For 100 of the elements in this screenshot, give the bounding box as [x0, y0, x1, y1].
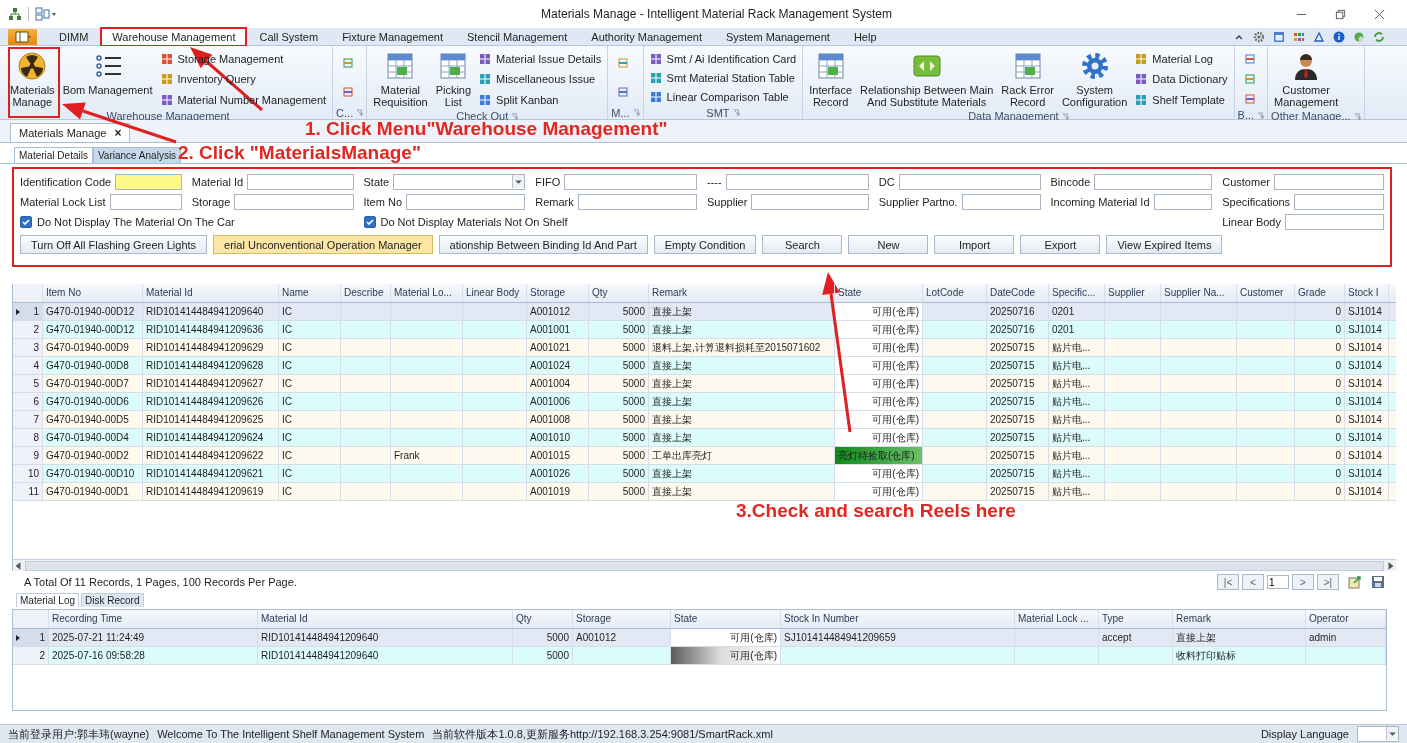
column-header[interactable]: Operator	[1306, 610, 1386, 628]
row-indicator[interactable]: 8	[13, 429, 43, 446]
ribbon-button[interactable]: Shelf Template	[1135, 91, 1228, 109]
ribbon-button[interactable]: Linear Comparison Table	[649, 88, 797, 105]
launcher-icon[interactable]	[732, 109, 740, 116]
tab[interactable]: Material Details	[14, 147, 93, 163]
row-indicator[interactable]: 10	[13, 465, 43, 482]
input-field[interactable]	[961, 193, 1041, 210]
close-icon[interactable]	[1374, 8, 1385, 20]
column-header[interactable]: DateCode	[987, 284, 1049, 302]
action-button[interactable]: New	[848, 235, 929, 254]
column-header[interactable]: Grade	[1295, 284, 1345, 302]
right-arrow-icon[interactable]	[1386, 560, 1396, 571]
column-header[interactable]: Specific...	[1049, 284, 1105, 302]
menu-tab[interactable]: Fixture Management	[332, 29, 453, 45]
column-header[interactable]: Material Lo...	[391, 284, 463, 302]
launcher-icon[interactable]	[1353, 112, 1361, 120]
action-button[interactable]: Import	[934, 235, 1015, 254]
column-header[interactable]: Remark	[1173, 610, 1306, 628]
column-header[interactable]: Supplier Na...	[1161, 284, 1237, 302]
input-field[interactable]	[247, 173, 354, 190]
column-header[interactable]: Type	[1099, 610, 1173, 628]
column-header[interactable]: Material Id	[143, 284, 279, 302]
row-indicator[interactable]: 3	[13, 339, 43, 356]
ribbon-button[interactable]: Interface Record	[806, 49, 856, 110]
column-header[interactable]: Recording Time	[49, 610, 258, 628]
tab[interactable]: Material Log	[16, 593, 80, 607]
export-icon[interactable]	[1348, 575, 1362, 589]
column-header[interactable]: Item No	[43, 284, 143, 302]
row-indicator[interactable]: 11	[13, 483, 43, 500]
input-field[interactable]	[234, 193, 354, 210]
grid-icon[interactable]	[1293, 30, 1305, 43]
menu-tab[interactable]: DIMM	[49, 29, 99, 45]
input-field[interactable]	[109, 193, 182, 210]
column-header[interactable]: Qty	[589, 284, 649, 302]
row-indicator[interactable]: 1	[13, 629, 49, 646]
menu-tab[interactable]: Stencil Management	[457, 29, 578, 45]
action-button[interactable]: erial Unconventional Operation Manager	[213, 235, 433, 254]
input-field[interactable]	[115, 173, 182, 190]
ribbon-button[interactable]: Rack Error Record	[998, 49, 1057, 110]
menu-tab[interactable]: Help	[843, 29, 887, 45]
column-header[interactable]: Material Lock ...	[1015, 610, 1099, 628]
language-dropdown[interactable]	[1357, 726, 1399, 742]
input-field[interactable]	[725, 173, 869, 190]
state-dropdown[interactable]	[393, 173, 526, 190]
application-menu-button[interactable]	[8, 29, 37, 45]
network-icon[interactable]	[8, 7, 22, 21]
restore-icon[interactable]	[1335, 8, 1346, 20]
row-indicator[interactable]: 2	[13, 647, 49, 664]
input-field[interactable]	[1273, 173, 1384, 190]
ribbon-button[interactable]: Relationship Between Main And Substitute Materials	[857, 49, 997, 110]
input-field[interactable]	[1153, 193, 1213, 210]
gear-icon[interactable]	[1253, 30, 1265, 43]
launcher-icon[interactable]	[1257, 111, 1265, 119]
tab[interactable]: Disk Record	[81, 593, 144, 607]
column-header[interactable]: Stock I	[1345, 284, 1389, 302]
action-button[interactable]: Turn Off All Flashing Green Lights	[20, 235, 208, 254]
column-header[interactable]: Stock In Number	[781, 610, 1015, 628]
launcher-icon[interactable]	[632, 109, 640, 116]
input-field[interactable]	[577, 193, 697, 210]
ribbon-button[interactable]: Split Kanban	[479, 91, 602, 109]
last-page-button[interactable]: >|	[1317, 574, 1339, 590]
ribbon-button[interactable]: Customer Management	[1271, 49, 1342, 110]
row-indicator[interactable]: 9	[13, 447, 43, 464]
ribbon-button[interactable]: System Configuration	[1058, 49, 1131, 110]
checkbox[interactable]	[20, 215, 32, 228]
action-button[interactable]: Search	[762, 235, 843, 254]
next-page-button[interactable]: >	[1292, 574, 1314, 590]
save-icon[interactable]	[1371, 575, 1385, 589]
menu-tab[interactable]: Warehouse Management	[102, 29, 246, 45]
menu-tab[interactable]: Call System	[249, 29, 329, 45]
ribbon-button[interactable]: Smt Material Station Table	[649, 69, 797, 86]
input-field[interactable]	[406, 193, 526, 210]
window-icon[interactable]	[1273, 30, 1285, 43]
input-field[interactable]	[1094, 173, 1213, 190]
menu-tab[interactable]: Authority Management	[581, 29, 712, 45]
row-indicator[interactable]: 7	[13, 411, 43, 428]
row-indicator[interactable]: 2	[13, 321, 43, 338]
ribbon-button[interactable]: Materials Manage	[7, 49, 58, 110]
action-button[interactable]: ationship Between Binding Id And Part	[438, 235, 648, 254]
column-header[interactable]: Supplier	[1105, 284, 1161, 302]
page-field[interactable]: 1	[1267, 575, 1289, 589]
column-header[interactable]: Storage	[527, 284, 589, 302]
launcher-icon[interactable]	[1061, 112, 1069, 120]
previous-page-button[interactable]: <	[1242, 574, 1264, 590]
document-tab[interactable]: Materials Manage ×	[10, 123, 131, 142]
ribbon-button[interactable]: Picking List	[432, 49, 475, 110]
menu-tab[interactable]: System Management	[715, 29, 840, 45]
column-header[interactable]: Linear Body	[463, 284, 527, 302]
first-page-button[interactable]: |<	[1217, 574, 1239, 590]
ribbon-button[interactable]: Miscellaneous Issue	[479, 71, 602, 88]
corner-cell[interactable]	[13, 610, 49, 628]
row-indicator[interactable]: 6	[13, 393, 43, 410]
row-indicator[interactable]: 4	[13, 357, 43, 374]
corner-cell[interactable]	[13, 284, 43, 302]
column-header[interactable]: LotCode	[923, 284, 987, 302]
column-header[interactable]: Customer	[1237, 284, 1295, 302]
ribbon-button[interactable]: Data Dictionary	[1135, 71, 1228, 88]
input-field[interactable]	[898, 173, 1041, 190]
launcher-icon[interactable]	[356, 109, 364, 116]
